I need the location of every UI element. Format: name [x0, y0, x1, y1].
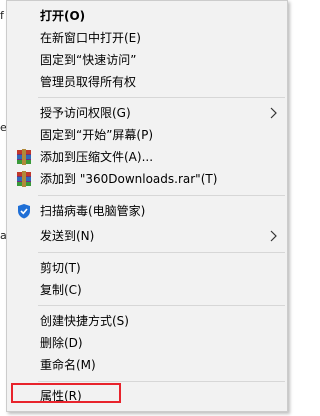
- menu-item-label: 重命名(M): [40, 358, 96, 372]
- menu-item-add-to-archive[interactable]: 添加到压缩文件(A)...: [7, 146, 287, 168]
- menu-item-label: 创建快捷方式(S): [40, 314, 129, 328]
- winrar-icon: [17, 171, 31, 187]
- shield-icon: [18, 204, 30, 219]
- menu-item-label: 添加到 "360Downloads.rar"(T): [40, 172, 218, 186]
- menu-item-copy[interactable]: 复制(C): [7, 279, 287, 301]
- menu-item-label: 扫描病毒(电脑管家): [40, 204, 146, 218]
- menu-item-open-new-window[interactable]: 在新窗口中打开(E): [7, 27, 287, 49]
- menu-item-label: 固定到“快速访问”: [40, 53, 137, 67]
- highlight-annotation-box: [11, 383, 121, 403]
- menu-separator: [38, 381, 285, 382]
- menu-item-delete[interactable]: 删除(D): [7, 332, 287, 354]
- context-menu: 打开(O) 在新窗口中打开(E) 固定到“快速访问” 管理员取得所有权 授予访问…: [6, 0, 288, 412]
- menu-item-pin-start[interactable]: 固定到“开始”屏幕(P): [7, 124, 287, 146]
- menu-item-take-ownership[interactable]: 管理员取得所有权: [7, 71, 287, 93]
- menu-item-label: 打开(O): [40, 9, 86, 23]
- menu-item-pin-quick-access[interactable]: 固定到“快速访问”: [7, 49, 287, 71]
- menu-item-label: 在新窗口中打开(E): [40, 31, 141, 45]
- menu-item-send-to[interactable]: 发送到(N): [7, 225, 287, 247]
- menu-item-scan-virus[interactable]: 扫描病毒(电脑管家): [7, 200, 287, 222]
- chevron-right-icon: [270, 230, 277, 242]
- menu-separator: [38, 97, 285, 98]
- menu-item-add-to-rar[interactable]: 添加到 "360Downloads.rar"(T): [7, 168, 287, 190]
- menu-separator: [38, 305, 285, 306]
- menu-separator: [38, 252, 285, 253]
- menu-item-give-access[interactable]: 授予访问权限(G): [7, 102, 287, 124]
- winrar-icon: [17, 149, 31, 165]
- menu-separator: [38, 195, 285, 196]
- menu-item-label: 发送到(N): [40, 229, 95, 243]
- menu-item-label: 固定到“开始”屏幕(P): [40, 128, 154, 142]
- menu-item-label: 剪切(T): [40, 261, 81, 275]
- menu-item-label: 管理员取得所有权: [40, 75, 137, 89]
- menu-item-label: 授予访问权限(G): [40, 106, 131, 120]
- menu-item-label: 删除(D): [40, 336, 83, 350]
- menu-item-label: 复制(C): [40, 283, 82, 297]
- menu-item-create-shortcut[interactable]: 创建快捷方式(S): [7, 310, 287, 332]
- menu-item-cut[interactable]: 剪切(T): [7, 257, 287, 279]
- menu-item-label: 添加到压缩文件(A)...: [40, 150, 154, 164]
- menu-item-rename[interactable]: 重命名(M): [7, 354, 287, 376]
- menu-item-open[interactable]: 打开(O): [7, 5, 287, 27]
- chevron-right-icon: [270, 107, 277, 119]
